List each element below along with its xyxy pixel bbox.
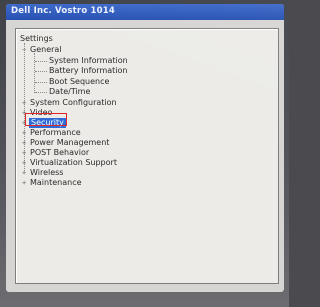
window-titlebar: Dell Inc. Vostro 1014: [6, 4, 284, 20]
red-annotation-box: [25, 113, 67, 126]
expander-virtualization-support[interactable]: +: [22, 158, 28, 168]
tree-item-system-information[interactable]: System Information: [49, 56, 128, 66]
branch-connector: [35, 82, 47, 83]
branch-connector: [35, 61, 47, 62]
expander-performance[interactable]: +: [22, 128, 28, 138]
tree-item-virtualization-support[interactable]: Virtualization Support: [30, 158, 117, 168]
expander-maintenance[interactable]: +: [22, 178, 28, 188]
tree-item-wireless[interactable]: Wireless: [30, 168, 63, 178]
bios-window: Dell Inc. Vostro 1014 Settings − General…: [6, 4, 284, 292]
tree-item-power-management[interactable]: Power Management: [30, 138, 109, 148]
branch-connector: [35, 92, 47, 93]
expander-post-behavior[interactable]: +: [22, 148, 28, 158]
tree-item-battery-information[interactable]: Battery Information: [49, 66, 127, 76]
settings-panel: Settings − General System Information Ba…: [15, 28, 279, 284]
expander-general[interactable]: −: [22, 45, 28, 55]
tree-item-general[interactable]: General: [30, 45, 62, 55]
expander-system-configuration[interactable]: +: [22, 98, 28, 108]
tree-root-settings: Settings: [20, 34, 53, 43]
photo-background: Dell Inc. Vostro 1014 Settings − General…: [0, 0, 289, 307]
tree-item-post-behavior[interactable]: POST Behavior: [30, 148, 89, 158]
tree-item-date-time[interactable]: Date/Time: [49, 87, 90, 97]
settings-tree: Settings − General System Information Ba…: [16, 29, 278, 283]
tree-item-maintenance[interactable]: Maintenance: [30, 178, 82, 188]
expander-power-management[interactable]: +: [22, 138, 28, 148]
tree-item-system-configuration[interactable]: System Configuration: [30, 98, 117, 108]
general-branch-line: [34, 53, 35, 93]
window-title: Dell Inc. Vostro 1014: [11, 6, 115, 16]
branch-connector: [35, 71, 47, 72]
tree-item-performance[interactable]: Performance: [30, 128, 81, 138]
expander-wireless[interactable]: +: [22, 168, 28, 178]
tree-item-boot-sequence[interactable]: Boot Sequence: [49, 77, 109, 87]
